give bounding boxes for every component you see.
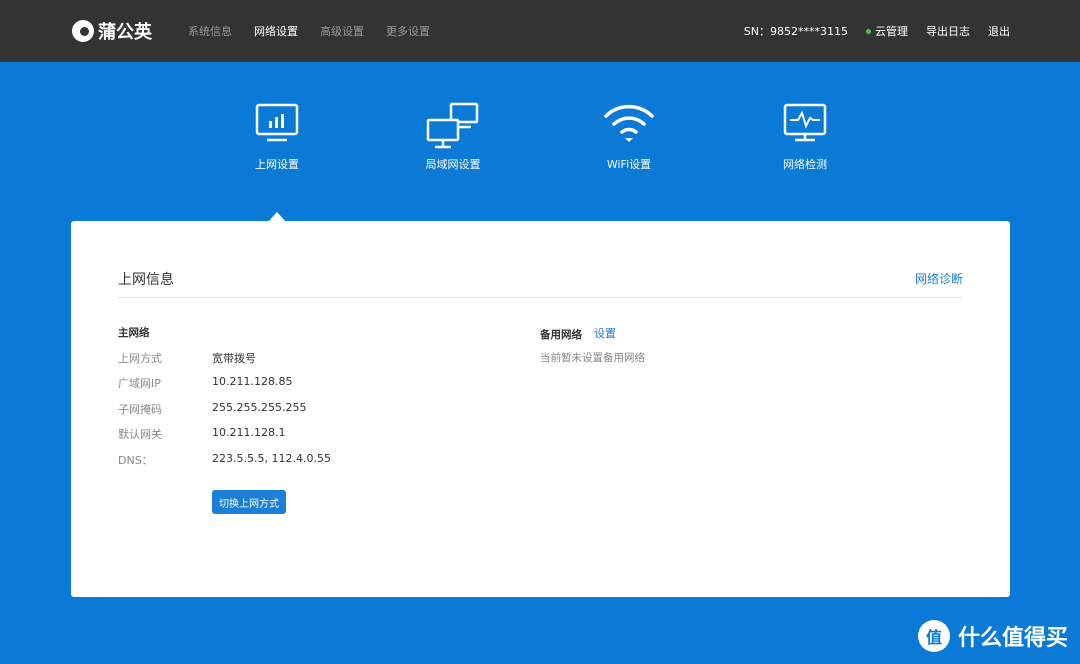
info-value: 10.211.128.1: [212, 426, 286, 439]
wifi-icon: [604, 104, 654, 142]
tab-label: 网络检测: [783, 158, 827, 171]
primary-network-title: 主网络: [118, 327, 150, 339]
info-value: 10.211.128.85: [212, 375, 293, 388]
backup-network-section: 备用网络 设置 当前暂未设置备用网络: [540, 325, 645, 364]
backup-settings-link[interactable]: 设置: [594, 325, 616, 341]
nav-item-system-info[interactable]: 系统信息: [188, 23, 232, 39]
dandelion-logo-icon: [72, 20, 94, 42]
tab-label: 局域网设置: [425, 158, 481, 171]
watermark-badge-icon: 值: [917, 620, 950, 652]
nav-item-advanced-settings[interactable]: 高级设置: [320, 23, 364, 39]
cloud-manage-label: 云管理: [875, 25, 908, 38]
info-label: 子网掩码: [118, 403, 162, 416]
nav-item-network-settings[interactable]: 网络设置: [254, 23, 298, 39]
tab-wifi-settings[interactable]: WiFi设置: [569, 102, 689, 172]
logout-link[interactable]: 退出: [988, 23, 1010, 39]
primary-network-section: 主网络 上网方式 宽带拨号 广域网IP 10.211.128.85 子网掩码 2…: [118, 325, 331, 514]
main-nav: 系统信息 网络设置 高级设置 更多设置: [188, 0, 430, 62]
tab-network-check[interactable]: 网络检测: [745, 102, 865, 172]
serial-number: SN：9852****3115: [743, 25, 848, 38]
watermark-text: 什么值得买: [957, 626, 1068, 651]
info-label: DNS：: [118, 454, 153, 467]
tab-internet-settings[interactable]: 上网设置: [217, 102, 337, 172]
settings-tabs: 上网设置 局域网设置 WiFi设置 网络检测: [0, 62, 1080, 222]
brand-logo[interactable]: 蒲公英: [72, 18, 152, 44]
info-label: 上网方式: [118, 352, 162, 365]
network-diagnose-link[interactable]: 网络诊断: [915, 270, 963, 287]
card-title: 上网信息: [118, 272, 174, 288]
info-value: 223.5.5.5, 112.4.0.55: [212, 452, 331, 465]
brand-name: 蒲公英: [98, 22, 152, 43]
network-check-icon: [783, 103, 827, 142]
internet-info-card: 上网信息 网络诊断 主网络 上网方式 宽带拨号 广域网IP 10.211.128…: [71, 221, 1010, 597]
info-value: 255.255.255.255: [212, 401, 307, 414]
lan-computers-icon: [426, 102, 479, 149]
tab-label: WiFi设置: [606, 158, 652, 171]
nav-item-more-settings[interactable]: 更多设置: [386, 23, 430, 39]
monitor-chart-icon: [255, 103, 299, 142]
header-right: SN：9852****3115 云管理 导出日志 退出: [744, 0, 1010, 62]
info-label: 广域网IP: [118, 377, 161, 390]
backup-network-note: 当前暂未设置备用网络: [540, 352, 645, 364]
export-log-link[interactable]: 导出日志: [926, 23, 970, 39]
online-status-icon: [866, 28, 871, 34]
top-bar: 蒲公英 系统信息 网络设置 高级设置 更多设置 SN：9852****3115 …: [0, 0, 1080, 62]
backup-network-header: 备用网络 设置: [540, 325, 616, 341]
info-label: 默认网关: [118, 428, 162, 441]
info-value: 宽带拨号: [212, 352, 256, 365]
tab-lan-settings[interactable]: 局域网设置: [393, 102, 513, 172]
card-header: 上网信息 网络诊断: [118, 269, 963, 298]
backup-network-title: 备用网络: [540, 329, 582, 341]
switch-connection-button[interactable]: 切换上网方式: [212, 490, 286, 514]
cloud-manage-link[interactable]: 云管理: [866, 23, 908, 39]
tab-label: 上网设置: [255, 158, 299, 171]
watermark: 值 什么值得买: [917, 620, 1068, 652]
